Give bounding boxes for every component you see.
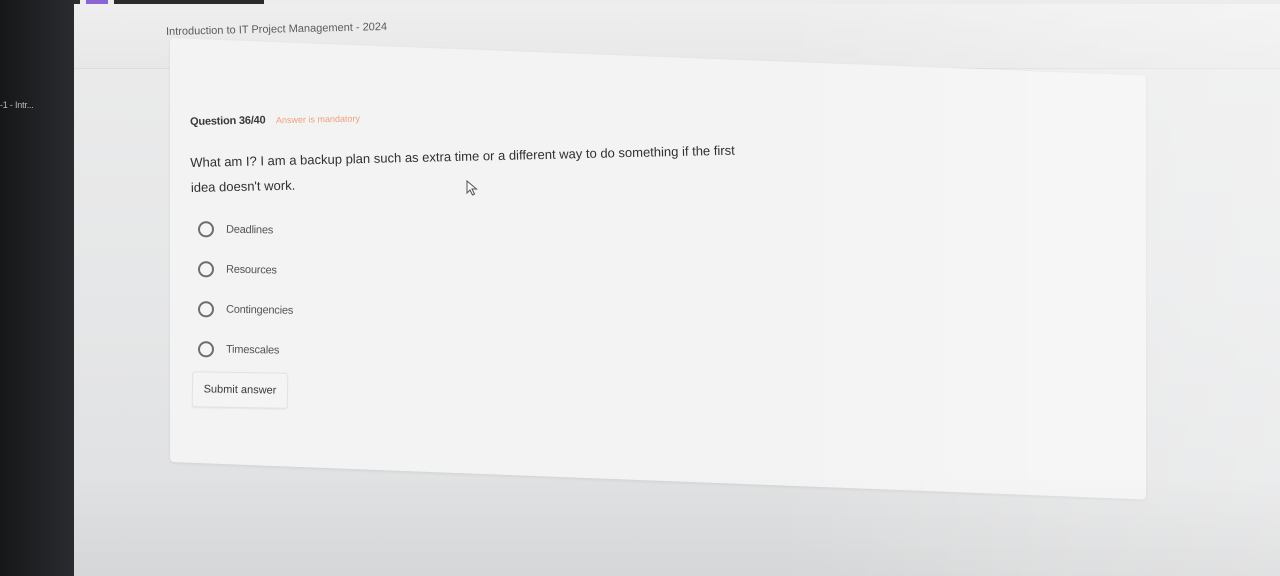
question-header: Question 36/40 Answer is mandatory (190, 108, 360, 130)
option-resources[interactable]: Resources (197, 249, 294, 291)
option-label: Deadlines (225, 223, 274, 237)
option-label: Resources (225, 263, 277, 277)
course-title[interactable]: Introduction to IT Project Management - … (166, 21, 387, 38)
mandatory-notice: Answer is mandatory (275, 113, 361, 126)
question-number: Question 36/40 (189, 114, 266, 128)
radio-button[interactable] (197, 341, 215, 358)
browser-tab-label[interactable]: -1 - Intr... (0, 100, 76, 110)
option-label: Contingencies (225, 303, 294, 317)
radio-button[interactable] (197, 301, 215, 318)
radio-button[interactable] (197, 261, 215, 278)
option-label: Timescales (225, 343, 280, 357)
page: Introduction to IT Project Management - … (74, 4, 1280, 576)
question-card-content: Question 36/40 Answer is mandatory What … (170, 38, 1146, 462)
option-contingencies[interactable]: Contingencies (197, 289, 294, 331)
submit-answer-button[interactable]: Submit answer (191, 371, 289, 409)
mouse-pointer-icon (466, 180, 478, 196)
left-screen-edge: -1 - Intr... (0, 0, 80, 576)
answer-options: Deadlines Resources Contingencies Timesc… (197, 209, 294, 371)
radio-button[interactable] (197, 221, 215, 238)
option-timescales[interactable]: Timescales (197, 329, 294, 371)
option-deadlines[interactable]: Deadlines (197, 209, 294, 251)
